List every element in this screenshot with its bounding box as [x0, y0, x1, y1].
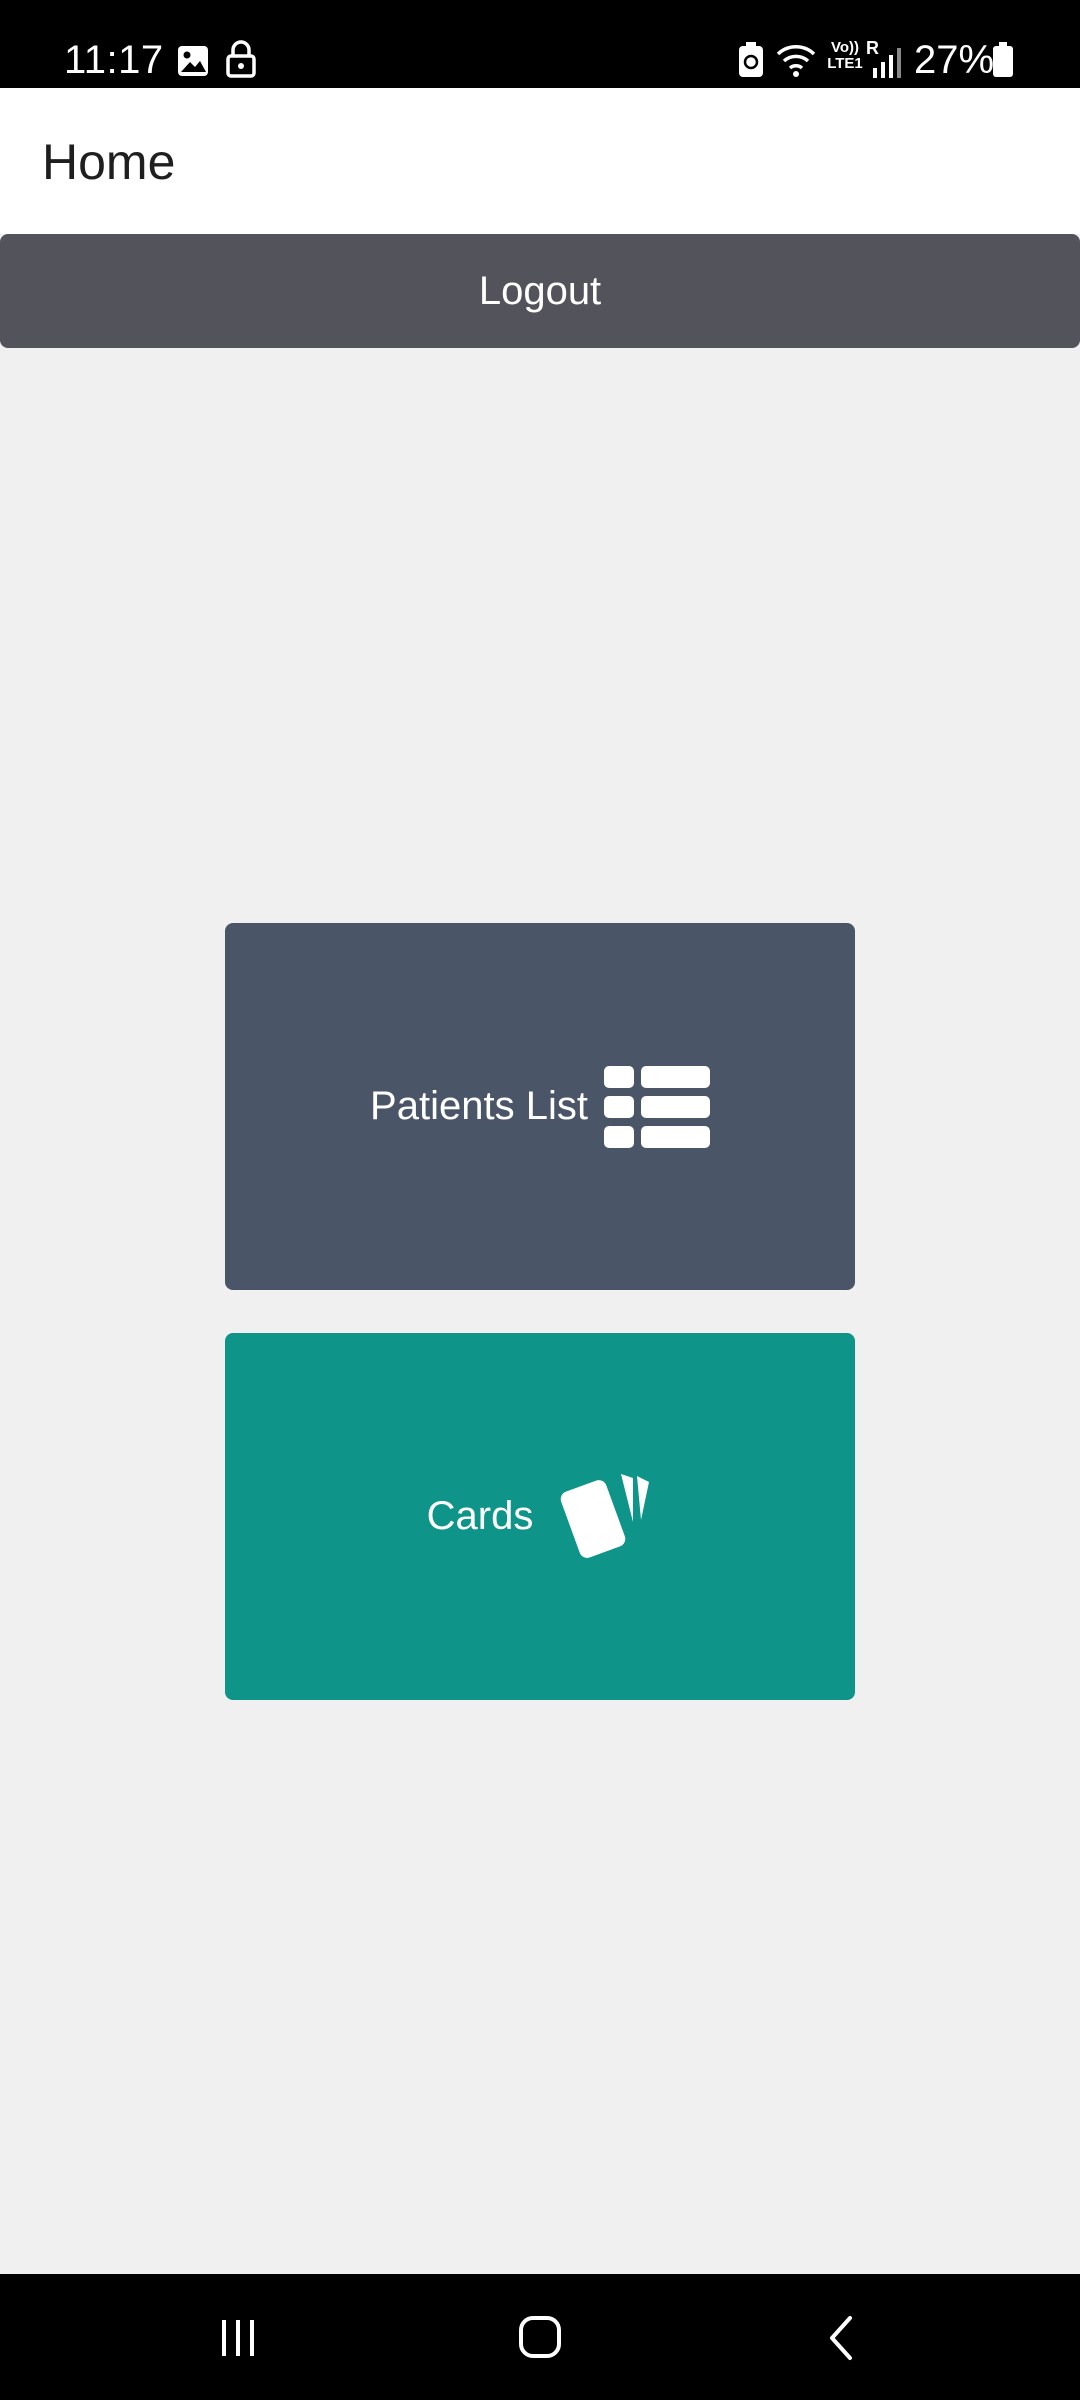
battery-icon [993, 42, 1013, 77]
status-bar: 11:17 Vo)) LTE1 R 27% [0, 0, 1080, 88]
list-icon [603, 1065, 710, 1148]
screen: 11:17 Vo)) LTE1 R 27% Home Logout Patien… [0, 0, 1080, 2400]
navigation-bar [0, 2274, 1080, 2400]
home-icon[interactable] [510, 2312, 570, 2364]
cards-icon [561, 1473, 650, 1558]
logout-button[interactable]: Logout [0, 234, 1080, 348]
cards-label: Cards [426, 1494, 534, 1538]
patients-list-label: Patients List [370, 1084, 588, 1128]
battery-percent: 27% [914, 38, 995, 82]
signal-icon [873, 48, 901, 78]
status-time: 11:17 [64, 38, 164, 82]
volte-lte-icon: Vo)) LTE1 [827, 39, 863, 72]
lock-icon [226, 40, 256, 78]
wifi-icon [776, 45, 816, 77]
recents-icon[interactable] [208, 2312, 268, 2364]
battery-saver-icon [739, 42, 763, 77]
cards-button[interactable]: Cards [225, 1333, 855, 1700]
image-notification-icon [178, 46, 208, 76]
back-icon[interactable] [812, 2312, 872, 2364]
app-bar: Home [0, 88, 1080, 234]
page-title: Home [42, 134, 176, 190]
patients-list-button[interactable]: Patients List [225, 923, 855, 1290]
logout-label: Logout [478, 268, 602, 313]
